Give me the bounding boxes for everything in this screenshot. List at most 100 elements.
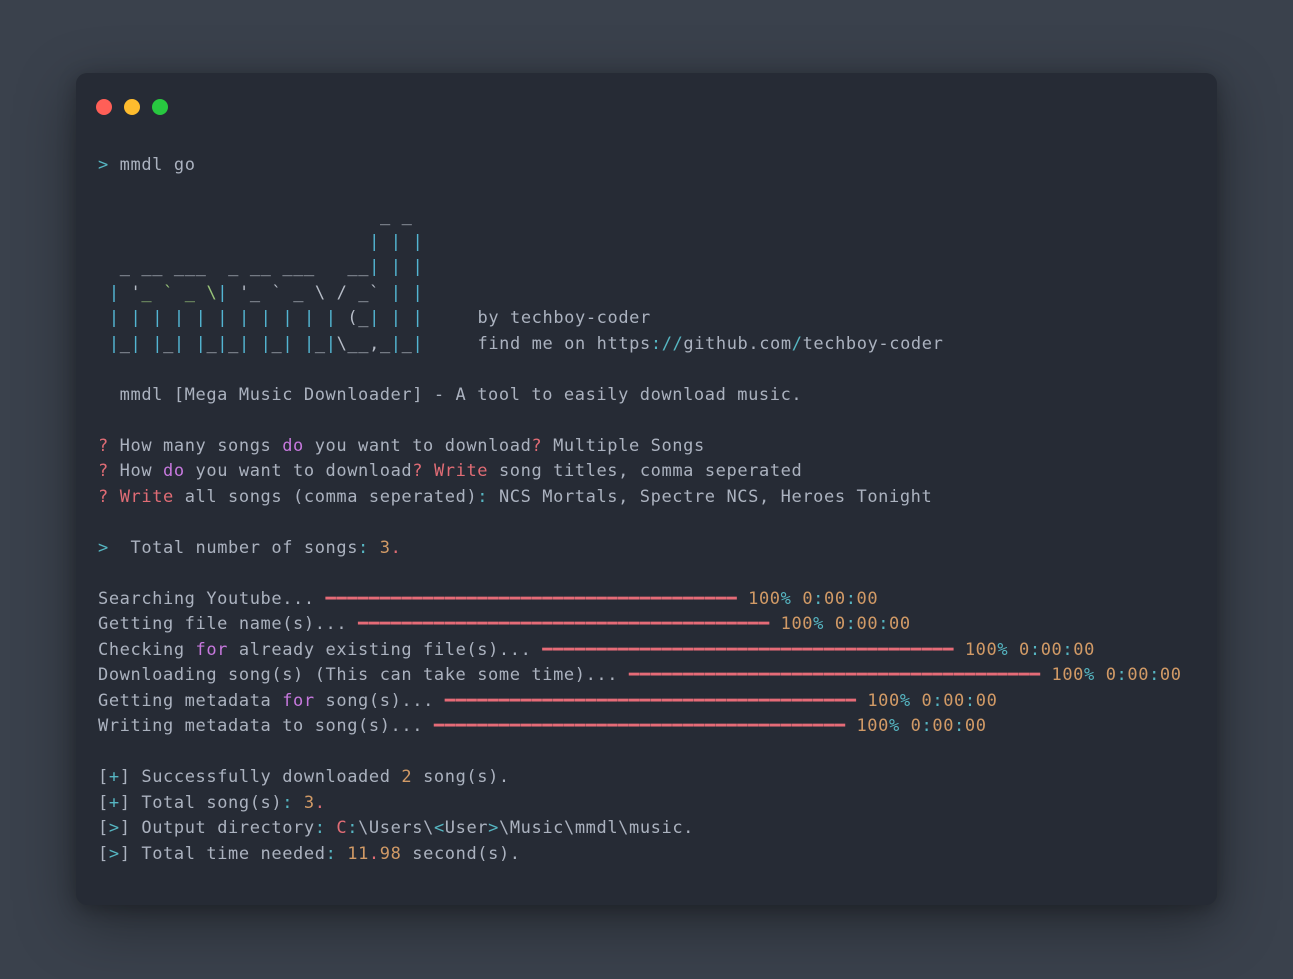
ascii-art-char (98, 232, 109, 252)
ascii-art-char: | (304, 334, 315, 354)
ascii-art-char (293, 206, 304, 226)
window-titlebar (76, 73, 1217, 115)
text-run: % (813, 614, 824, 634)
text-run: 00 (1041, 640, 1063, 660)
github-url[interactable]: :// (651, 334, 684, 354)
status-symbol: > (109, 844, 120, 864)
text-run: 00 (857, 589, 879, 609)
ascii-art-char (304, 206, 315, 226)
ascii-art-char (206, 232, 217, 252)
ascii-art-char: \ (206, 283, 217, 303)
ascii-art-char (402, 257, 413, 277)
find-me-text: find me on https (423, 334, 651, 354)
ascii-art-char: | (391, 334, 402, 354)
total-songs-label: Total number of songs (109, 538, 358, 558)
maximize-button[interactable] (152, 99, 168, 115)
keyword-write: Write (434, 461, 488, 481)
prompt-symbol: > (98, 538, 109, 558)
ascii-art-char: ` (369, 283, 380, 303)
minimize-button[interactable] (124, 99, 140, 115)
ascii-art-char: | (412, 283, 423, 303)
ascii-art-char: _ (347, 334, 358, 354)
ascii-art-char (261, 283, 272, 303)
terminal-line: > Total number of songs: 3. (98, 536, 1217, 562)
progress-percent: 100 (748, 589, 781, 609)
ascii-art-char: | (152, 308, 163, 328)
text-run: 00 (1073, 640, 1095, 660)
text-run: [ (98, 767, 109, 787)
terminal-line: Getting file name(s)... ━━━━━━━━━━━━━━━━… (98, 612, 1217, 638)
ascii-art-char (239, 232, 250, 252)
text-run (824, 614, 835, 634)
ascii-art-char (250, 308, 261, 328)
github-url[interactable]: techboy-coder (803, 334, 944, 354)
text-run: 00 (824, 589, 846, 609)
close-button[interactable] (96, 99, 112, 115)
ascii-art-char: | (152, 334, 163, 354)
terminal-line: | | | (98, 230, 1217, 256)
terminal-line: Writing metadata to song(s)... ━━━━━━━━━… (98, 714, 1217, 740)
progress-label: Downloading song(s) (This can take some … (98, 665, 629, 685)
ascii-art-char: | (217, 334, 228, 354)
ascii-art-char (206, 308, 217, 328)
ascii-art-char (185, 206, 196, 226)
terminal-line: [+] Successfully downloaded 2 song(s). (98, 765, 1217, 791)
progress-percent: 100 (1052, 665, 1085, 685)
progress-percent: 100 (867, 691, 900, 711)
ascii-art-char: | (261, 308, 272, 328)
terminal-line: ? How many songs do you want to download… (98, 434, 1217, 460)
output-path: < (434, 818, 445, 838)
text-run (1095, 665, 1106, 685)
progress-label: already existing file(s)... (228, 640, 542, 660)
answer-download-count: Multiple Songs (542, 436, 705, 456)
ascii-art-char: _ (141, 257, 152, 277)
ascii-art-char (315, 308, 326, 328)
ascii-art-char (228, 206, 239, 226)
ascii-art-char: | (196, 334, 207, 354)
ascii-art-char (141, 308, 152, 328)
summary-text: second(s). (401, 844, 520, 864)
colon: : (326, 844, 337, 864)
text-run: 00 (976, 691, 998, 711)
ascii-art-char (185, 308, 196, 328)
ascii-art-char: | (326, 334, 337, 354)
ascii-art-char: _ (402, 206, 413, 226)
ascii-art-char (261, 206, 272, 226)
progress-label: Writing metadata to song(s)... (98, 716, 434, 736)
ascii-art-char: | (369, 257, 380, 277)
ascii-art-char: | (412, 308, 423, 328)
ascii-art-char (337, 206, 348, 226)
text-run (1008, 640, 1019, 660)
output-path: : (347, 818, 358, 838)
text-run (737, 589, 748, 609)
progress-time: 0 (802, 589, 813, 609)
prompt-symbol: > (98, 155, 109, 175)
text-run: [ (98, 793, 109, 813)
ascii-art-char: \ (315, 283, 326, 303)
text-run (846, 716, 857, 736)
ascii-art-char: ( (347, 308, 358, 328)
ascii-art-char: / (337, 283, 348, 303)
ascii-art-char: | (239, 334, 250, 354)
ascii-art-char: _ (185, 283, 196, 303)
github-url[interactable]: / (792, 334, 803, 354)
ascii-art-char (98, 334, 109, 354)
output-path: \Music\mmdl\music. (499, 818, 694, 838)
github-url[interactable]: github.com (683, 334, 791, 354)
ascii-art-char: | (196, 308, 207, 328)
ascii-art-char: _ (358, 283, 369, 303)
text-run (369, 538, 380, 558)
ascii-art-char: _ (120, 334, 131, 354)
summary-text: ] Successfully downloaded (120, 767, 402, 787)
progress-time: 0 (922, 691, 933, 711)
ascii-art-char: | (174, 334, 185, 354)
terminal-output: > mmdl go _ _ | | | _ __ ___ _ __ ___ __… (76, 115, 1217, 867)
ascii-art-char (206, 206, 217, 226)
text-run (1041, 665, 1052, 685)
keyword-write: Write (120, 487, 174, 507)
text-run: : (954, 716, 965, 736)
ascii-art-char (293, 334, 304, 354)
ascii-art-char (282, 283, 293, 303)
ascii-art-char (206, 257, 217, 277)
ascii-art-char: _ (196, 257, 207, 277)
